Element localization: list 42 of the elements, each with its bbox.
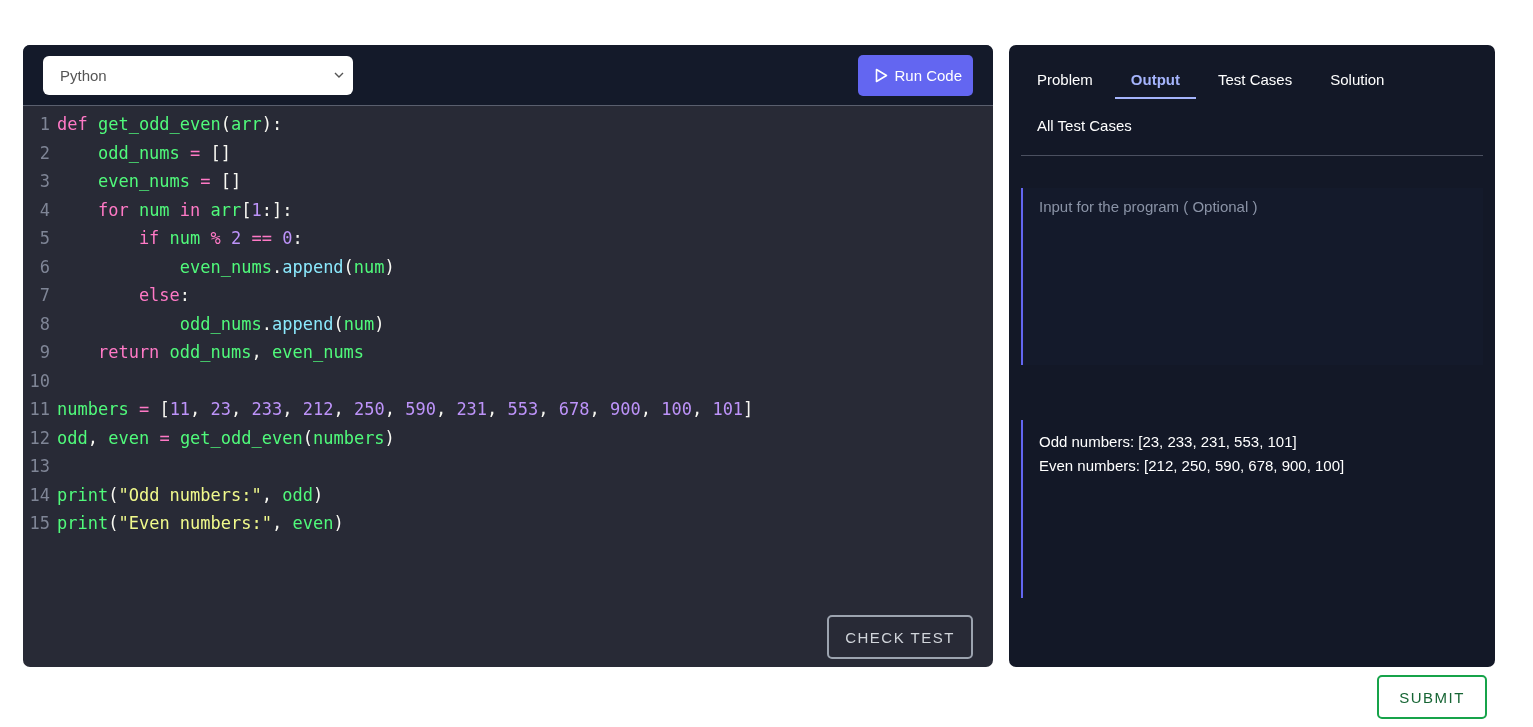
tab[interactable]: Problem: [1021, 63, 1109, 99]
line-number: 15: [28, 513, 50, 534]
line-number: 11: [28, 399, 50, 420]
line-number: 1: [38, 114, 50, 135]
line-number: 8: [38, 313, 50, 334]
code-line: odd_nums.append(num): [178, 313, 385, 334]
code-line: even_nums = []: [96, 171, 242, 192]
line-number: 10: [28, 370, 50, 391]
line-number: 2: [38, 142, 50, 163]
line-number: 13: [28, 456, 50, 477]
line-number: 5: [38, 228, 50, 249]
chevron-down-icon: [334, 72, 344, 78]
play-icon: [875, 67, 889, 83]
tab[interactable]: Solution: [1314, 63, 1401, 99]
code-line: for num in arr[1:]:: [96, 199, 293, 220]
code-line: def get_odd_even(arr):: [57, 114, 283, 135]
code-line: return odd_nums, even_nums: [96, 342, 365, 363]
line-number: 7: [38, 285, 50, 306]
code-line: print("Odd numbers:", odd): [57, 484, 324, 505]
line-number: 9: [38, 342, 50, 363]
line-number: 14: [28, 484, 50, 505]
output-line: Even numbers: [212, 250, 590, 678, 900, 100]: [1039, 456, 1346, 476]
code-line: numbers = [11, 23, 233, 212, 250, 590, 231, 553, 678, 900, 100, 101]: [57, 399, 754, 420]
program-input-field[interactable]: Input for the program ( Optional ): [1021, 188, 1483, 365]
code-line: odd_nums = []: [96, 142, 232, 163]
run-code-button[interactable]: Run Code: [858, 54, 973, 96]
line-number: 6: [38, 256, 50, 277]
check-test-button[interactable]: CHECK TEST: [827, 615, 973, 659]
line-number: 3: [38, 171, 50, 192]
line-number: 4: [38, 199, 50, 220]
tab[interactable]: Test Cases: [1202, 63, 1309, 99]
tab[interactable]: Output: [1114, 63, 1196, 99]
tab[interactable]: All Test Cases: [1021, 109, 1148, 145]
submit-button[interactable]: SUBMIT: [1377, 675, 1487, 719]
line-number: 12: [28, 427, 50, 448]
code-line: even_nums.append(num): [178, 256, 395, 277]
code-line: else:: [137, 285, 191, 306]
code-line: print("Even numbers:", even): [57, 513, 344, 534]
output-line: Odd numbers: [23, 233, 231, 553, 101]: [1039, 432, 1298, 452]
language-select[interactable]: Python: [43, 55, 353, 95]
code-line: odd, even = get_odd_even(numbers): [57, 427, 395, 448]
code-line: if num % 2 == 0:: [137, 228, 303, 249]
